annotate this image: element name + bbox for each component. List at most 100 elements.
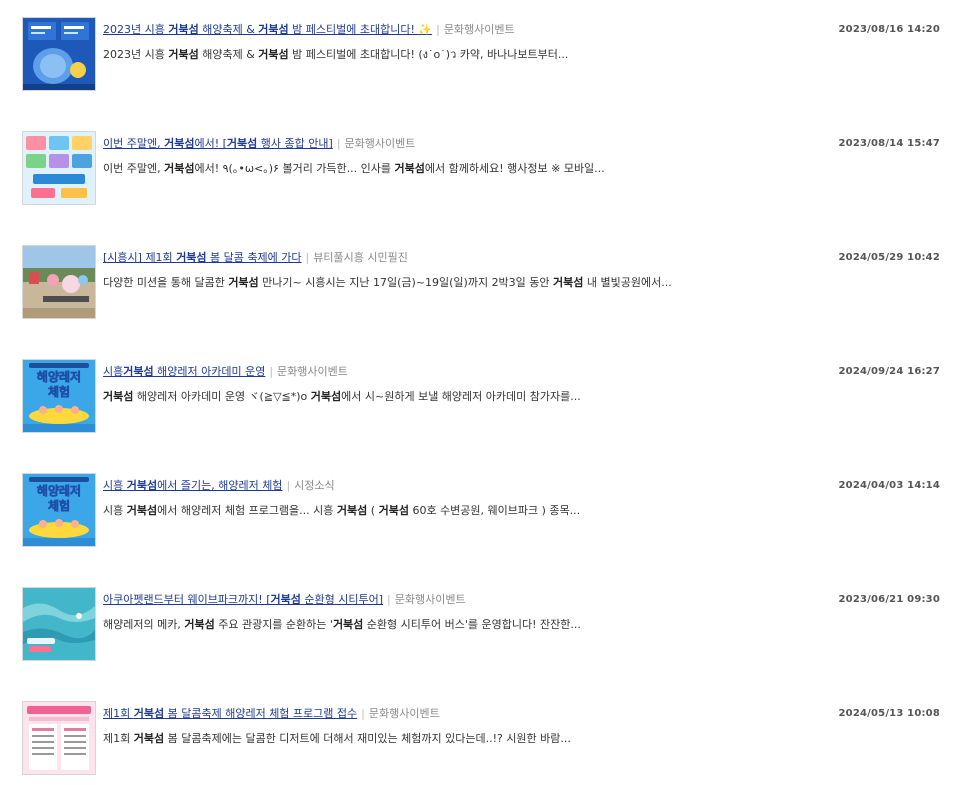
post-summary-keyword: 거북섬 <box>378 504 409 517</box>
post-title-text: 해양축제 & <box>198 23 259 36</box>
post-header: [시흥시] 제1회 거북섬 봄 달콤 축제에 가다 | 뷰티풀시흥 시민필진 <box>103 251 408 265</box>
post-title-text: 시흥 <box>103 479 127 492</box>
post-header: 시흥거북섬 해양레저 아카데미 운영 | 문화행사이벤트 <box>103 365 348 379</box>
post-summary: 제1회 거북섬 봄 달콤축제에는 달콤한 디저트에 더해서 재미있는 체험까지 … <box>103 732 571 746</box>
post-header: 제1회 거북섬 봄 달콤축제 해양레저 체험 프로그램 접수 | 문화행사이벤트 <box>103 707 440 721</box>
post-summary-keyword: 거북섬 <box>332 618 364 631</box>
post-title-link[interactable]: 제1회 거북섬 봄 달콤축제 해양레저 체험 프로그램 접수 <box>103 707 357 720</box>
post-date: 2023/08/14 15:47 <box>838 138 940 149</box>
post-title-link[interactable]: 시흥거북섬 해양레저 아카데미 운영 <box>103 365 265 378</box>
search-result-list: 2023년 시흥 거북섬 해양축제 & 거북섬 밤 페스티벌에 초대합니다! ✨… <box>0 0 966 785</box>
sparkle-icon: ✨ <box>418 23 433 36</box>
post-title-link[interactable]: 아쿠아펫랜드부터 웨이브파크까지! [거북섬 순환형 시티투어] <box>103 593 383 606</box>
post-summary-text: 주요 관광지를 순환하는 ' <box>214 618 333 631</box>
post-title-keyword: 거북섬 <box>226 137 258 150</box>
post-summary-keyword: 거북섬 <box>553 276 584 289</box>
post-summary: 거북섬 해양레저 아카데미 운영 ヾ(≧▽≦*)o 거북섬에서 시~원하게 보낼… <box>103 390 581 404</box>
post-thumbnail[interactable] <box>22 245 96 319</box>
post-summary-text: 에서! ٩(｡•ω<｡)۶ 볼거리 가득한... 인사를 <box>194 162 395 175</box>
post-summary-text: 에서 시~원하게 보낼 해양레저 아카데미 참가자를... <box>341 390 581 403</box>
post-thumbnail[interactable] <box>22 587 96 661</box>
post-summary-keyword: 거북섬 <box>103 390 134 403</box>
svg-text:체험: 체험 <box>48 498 70 513</box>
post-summary-text: 60호 수변공원, 웨이브파크 ) 종목... <box>408 504 581 517</box>
post-header: 아쿠아펫랜드부터 웨이브파크까지! [거북섬 순환형 시티투어] | 문화행사이벤트 <box>103 593 466 607</box>
post-thumbnail[interactable]: 해양레저 체험 <box>22 473 96 547</box>
svg-text:해양레저: 해양레저 <box>37 483 81 498</box>
post-title-keyword: 거북섬 <box>168 23 199 36</box>
post-title-text: 시흥 <box>103 365 124 378</box>
list-item: [시흥시] 제1회 거북섬 봄 달콤 축제에 가다 | 뷰티풀시흥 시민필진 2024… <box>0 245 966 325</box>
divider: | <box>269 365 274 378</box>
post-title-text: [시흥시] 제1회 <box>103 251 177 264</box>
svg-text:체험: 체험 <box>48 384 70 399</box>
post-date: 2023/08/16 14:20 <box>838 24 940 35</box>
post-summary-text: 내 별빛공원에서... <box>583 276 672 289</box>
post-title-keyword: 거북섬 <box>270 593 301 606</box>
post-date: 2024/05/13 10:08 <box>838 708 940 719</box>
post-date: 2024/05/29 10:42 <box>838 252 940 263</box>
post-summary-keyword: 거북섬 <box>126 504 158 517</box>
post-category: 뷰티풀시흥 시민필진 <box>313 251 408 264</box>
post-title-text: 에서 즐기는, 해양레저 체험 <box>157 479 283 492</box>
post-title-text: 2023년 시흥 <box>103 23 169 36</box>
post-title-link[interactable]: 시흥 거북섬에서 즐기는, 해양레저 체험 <box>103 479 282 492</box>
post-date: 2024/04/03 14:14 <box>838 480 940 491</box>
post-category: 문화행사이벤트 <box>277 365 348 378</box>
post-title-text: 봄 달콤축제 해양레저 체험 프로그램 접수 <box>164 707 358 720</box>
post-thumbnail[interactable] <box>22 17 96 91</box>
post-title-text: 행사 종합 안내] <box>257 137 333 150</box>
post-summary: 다양한 미션을 통해 달콤한 거북섬 만나기~ 시흥시는 지난 17일(금)~1… <box>103 276 672 290</box>
post-category: 문화행사이벤트 <box>443 23 515 36</box>
post-thumbnail[interactable] <box>22 131 96 205</box>
divider: | <box>336 137 341 150</box>
post-category: 문화행사이벤트 <box>368 707 440 720</box>
post-title-link[interactable]: 이번 주말엔, 거북섬에서! [거북섬 행사 종합 안내] <box>103 137 333 150</box>
post-summary-keyword: 거북섬 <box>258 48 289 61</box>
post-title-text: 밤 페스티벌에 초대합니다! <box>288 23 419 36</box>
post-thumbnail[interactable]: 해양레저 체험 <box>22 359 96 433</box>
divider: | <box>305 251 310 264</box>
post-title-keyword: 거북섬 <box>123 365 154 378</box>
list-item: 이번 주말엔, 거북섬에서! [거북섬 행사 종합 안내] | 문화행사이벤트 202… <box>0 131 966 211</box>
post-summary-text: 시흥 <box>103 504 127 517</box>
post-summary: 시흥 거북섬에서 해양레저 체험 프로그램을... 시흥 거북섬 ( 거북섬 6… <box>103 504 580 518</box>
post-summary-text: 에서 해양레저 체험 프로그램을... 시흥 <box>157 504 337 517</box>
post-title-keyword: 거북섬 <box>258 23 289 36</box>
post-summary-text: 해양레저의 메카, <box>103 618 185 631</box>
list-item: 2023년 시흥 거북섬 해양축제 & 거북섬 밤 페스티벌에 초대합니다! ✨… <box>0 17 966 97</box>
post-summary-text: 2023년 시흥 <box>103 48 169 61</box>
post-title-keyword: 거북섬 <box>126 479 158 492</box>
post-title-text: 아쿠아펫랜드부터 웨이브파크까지! [ <box>103 593 271 606</box>
post-title-text: 제1회 <box>103 707 134 720</box>
post-summary-text: 순환형 시티투어 버스'를 운영합니다! 잔잔한... <box>363 618 581 631</box>
divider: | <box>361 707 365 720</box>
divider: | <box>387 593 391 606</box>
post-title-keyword: 거북섬 <box>164 137 195 150</box>
post-summary-keyword: 거북섬 <box>394 162 425 175</box>
post-summary-text: 다양한 미션을 통해 달콤한 <box>103 276 229 289</box>
post-date: 2024/09/24 16:27 <box>838 366 940 377</box>
post-summary-text: 해양축제 & <box>198 48 259 61</box>
post-title-link[interactable]: [시흥시] 제1회 거북섬 봄 달콤 축제에 가다 <box>103 251 302 264</box>
post-summary-keyword: 거북섬 <box>184 618 215 631</box>
post-thumbnail[interactable] <box>22 701 96 775</box>
list-item: 아쿠아펫랜드부터 웨이브파크까지! [거북섬 순환형 시티투어] | 문화행사이벤트… <box>0 587 966 667</box>
post-title-link[interactable]: 2023년 시흥 거북섬 해양축제 & 거북섬 밤 페스티벌에 초대합니다! ✨ <box>103 23 432 36</box>
list-item: 해양레저 체험 시흥 거북섬에서 즐기는, 해양레저 체험 | 시정소식 2024/0… <box>0 473 966 553</box>
post-summary-keyword: 거북섬 <box>228 276 259 289</box>
post-summary-text: ( <box>367 504 379 517</box>
post-header: 2023년 시흥 거북섬 해양축제 & 거북섬 밤 페스티벌에 초대합니다! ✨… <box>103 23 515 37</box>
list-item: 제1회 거북섬 봄 달콤축제 해양레저 체험 프로그램 접수 | 문화행사이벤트 20… <box>0 701 966 781</box>
post-summary-keyword: 거북섬 <box>133 732 165 745</box>
post-category: 문화행사이벤트 <box>344 137 416 150</box>
post-summary: 해양레저의 메카, 거북섬 주요 관광지를 순환하는 '거북섬 순환형 시티투어… <box>103 618 581 632</box>
post-header: 이번 주말엔, 거북섬에서! [거북섬 행사 종합 안내] | 문화행사이벤트 <box>103 137 415 151</box>
post-title-text: 봄 달콤 축제에 가다 <box>206 251 302 264</box>
divider: | <box>436 23 440 36</box>
post-category: 문화행사이벤트 <box>394 593 466 606</box>
post-summary-text: 해양레저 아카데미 운영 ヾ(≧▽≦*)o <box>133 390 311 403</box>
post-date: 2023/06/21 09:30 <box>838 594 940 605</box>
post-summary: 2023년 시흥 거북섬 해양축제 & 거북섬 밤 페스티벌에 초대합니다! (… <box>103 48 568 62</box>
post-summary-text: 봄 달콤축제에는 달콤한 디저트에 더해서 재미있는 체험까지 있다는데..!?… <box>164 732 571 745</box>
